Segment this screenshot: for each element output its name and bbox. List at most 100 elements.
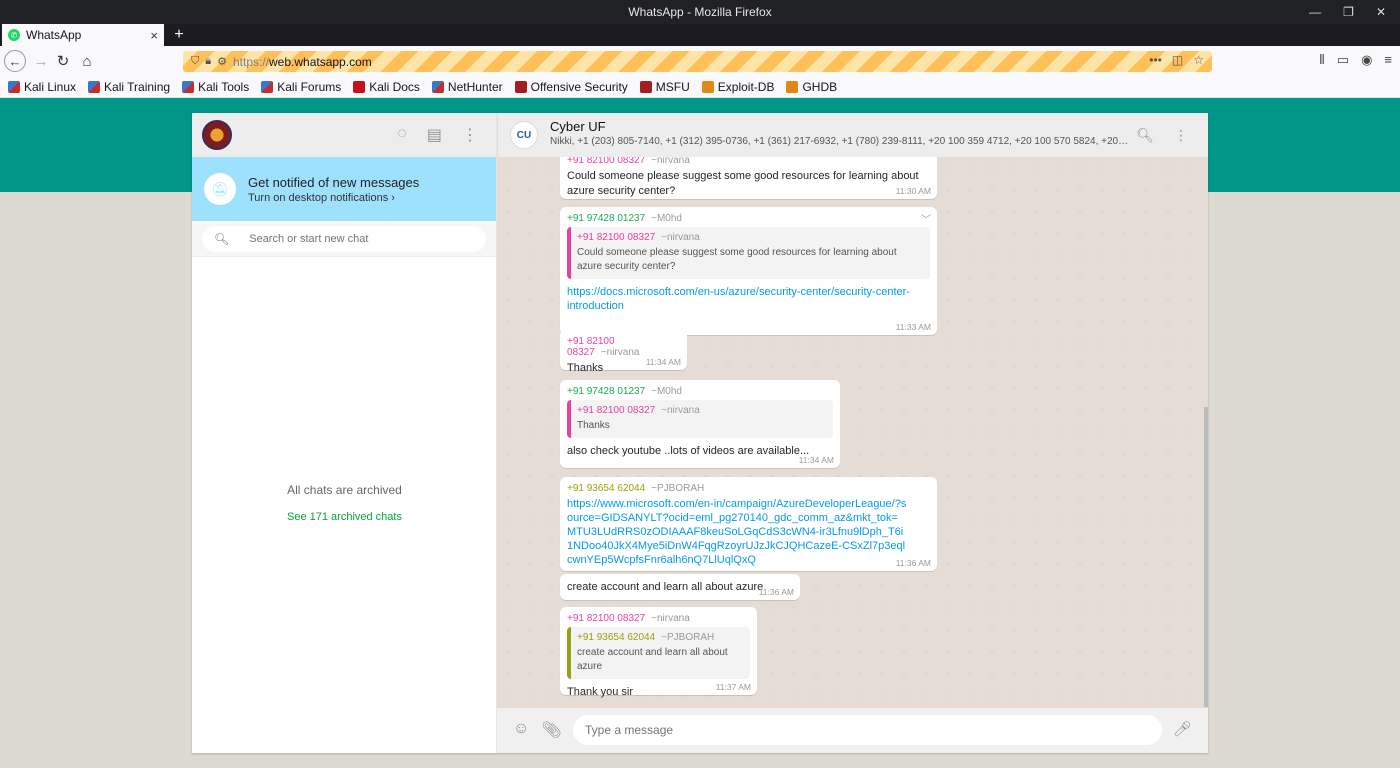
pocket-icon[interactable]: ◫ <box>1172 53 1183 67</box>
whatsapp-app: ◌ ▤ ⋮ 🔕︎ Get notified of new messages Tu… <box>192 113 1208 753</box>
status-icon[interactable]: ◌ <box>397 125 407 145</box>
search-input[interactable] <box>249 233 470 245</box>
minimize-icon[interactable]: — <box>1309 5 1321 19</box>
window-title: WhatsApp - Mozilla Firefox <box>628 5 772 19</box>
toolbar-right: ⫴ ▭ ◉ ≡ <box>1319 52 1392 68</box>
message-bubble[interactable]: +91 82100 08327 ~nirvana +91 93654 62044 ~… <box>560 607 757 698</box>
message-link[interactable]: https://www.microsoft.com/en-in/campaign… <box>567 497 907 567</box>
tab-whatsapp[interactable]: ✆ WhatsApp × <box>2 24 164 46</box>
message-sender[interactable]: +91 93654 62044 <box>567 483 645 494</box>
message-list[interactable]: +91 82100 08327 ~nirvana Could someone pl… <box>497 157 1208 708</box>
message-composer: ☺ 📎︎ 🎤︎ <box>497 708 1208 753</box>
bookmark-label: MSFU <box>655 79 690 94</box>
kali-icon <box>261 80 274 93</box>
quote-sender: +91 82100 08327 <box>577 405 656 416</box>
quote-alias: ~nirvana <box>661 232 700 243</box>
group-avatar[interactable]: CU <box>510 121 538 149</box>
emoji-icon[interactable]: ☺ <box>513 720 529 740</box>
window-titlebar: WhatsApp - Mozilla Firefox — ❐ ✕ <box>0 0 1400 24</box>
message-sender[interactable]: +91 82100 08327 <box>567 157 645 166</box>
message-bubble[interactable]: +91 93654 62044 ~PJBORAH https://www.micr… <box>560 477 937 571</box>
message-link[interactable]: https://docs.microsoft.com/en-us/azure/s… <box>567 285 930 313</box>
quoted-message[interactable]: +91 82100 08327 ~nirvana Could someone pl… <box>567 227 930 279</box>
message-alias: ~PJBORAH <box>651 483 705 494</box>
quote-alias: ~PJBORAH <box>661 632 715 643</box>
avatar[interactable] <box>202 120 232 150</box>
bookmark-item[interactable]: Offensive Security <box>514 80 628 94</box>
bookmark-item[interactable]: Kali Forums <box>261 80 341 94</box>
message-bubble[interactable]: +91 82100 08327 ~nirvana Could someone pl… <box>560 157 937 199</box>
search-messages-icon[interactable]: 🔍︎ <box>1136 127 1154 144</box>
bookmark-item[interactable]: NetHunter <box>431 79 503 94</box>
lock-icon[interactable]: 🔒︎ <box>205 55 211 68</box>
attach-icon[interactable]: 📎︎ <box>541 720 561 740</box>
message-bubble[interactable]: create account and learn all about azure… <box>560 574 800 600</box>
bookmark-label: NetHunter <box>447 79 503 94</box>
bookmark-item[interactable]: Kali Linux <box>8 80 76 94</box>
url-bar[interactable]: ⛉ 🔒︎ ⚙ https:// web.whatsapp.com ••• ◫ ☆ <box>183 51 1212 72</box>
bookmark-item[interactable]: GHDB <box>786 80 837 94</box>
quoted-message[interactable]: +91 93654 62044 ~PJBORAH create account a… <box>567 627 750 679</box>
notification-link[interactable]: Turn on desktop notifications › <box>248 192 419 204</box>
message-sender[interactable]: +91 82100 08327 <box>567 613 645 624</box>
reload-button[interactable]: ↻ <box>52 50 74 72</box>
close-window-icon[interactable]: ✕ <box>1376 5 1386 19</box>
message-alias: ~nirvana <box>651 613 690 624</box>
sidebar-icon[interactable]: ▭ <box>1337 52 1349 68</box>
quoted-message[interactable]: +91 82100 08327 ~nirvana Thanks <box>567 400 833 438</box>
bookmark-item[interactable]: Kali Docs <box>353 80 420 94</box>
shield-icon[interactable]: ⛉ <box>191 55 199 68</box>
page-actions-icon[interactable]: ••• <box>1149 53 1162 67</box>
library-icon[interactable]: ⫴ <box>1319 52 1324 68</box>
chevron-down-icon[interactable]: ﹀ <box>921 211 931 226</box>
url-actions: ••• ◫ ☆ <box>1149 53 1204 67</box>
message-bubble[interactable]: +91 82100 08327 ~nirvana Thanks 11:34 AM <box>560 330 687 374</box>
message-time: 11:34 AM <box>798 455 834 465</box>
account-icon[interactable]: ◉ <box>1361 52 1372 68</box>
notification-banner[interactable]: 🔕︎ Get notified of new messages Turn on … <box>192 157 496 221</box>
forward-button[interactable]: → <box>30 50 52 72</box>
message-sender[interactable]: +91 97428 01237 <box>567 213 645 224</box>
menu-dots-icon[interactable]: ⋮ <box>462 125 478 145</box>
message-bubble[interactable]: +91 97428 01237 ~M0hd +91 82100 08327 ~nir… <box>560 380 840 468</box>
bookmark-item[interactable]: Exploit-DB <box>701 79 775 94</box>
scrollbar[interactable] <box>1204 407 1208 707</box>
back-button[interactable]: ← <box>4 50 26 72</box>
bookmark-star-icon[interactable]: ☆ <box>1193 53 1204 67</box>
kali-icon <box>88 80 101 93</box>
message-time: 11:34 AM <box>645 357 681 367</box>
maximize-icon[interactable]: ❐ <box>1343 5 1354 19</box>
quote-sender: +91 93654 62044 <box>577 632 656 643</box>
group-name: Cyber UF <box>550 119 606 134</box>
kali-docs-icon <box>353 80 366 93</box>
bookmark-label: GHDB <box>802 79 838 94</box>
message-input[interactable] <box>573 715 1162 745</box>
archived-notice: All chats are archived See 171 archived … <box>192 483 497 523</box>
sidebar-header-icons: ◌ ▤ ⋮ <box>397 125 478 145</box>
new-chat-icon[interactable]: ▤ <box>427 125 442 145</box>
message-text: also check youtube ..lots of videos are … <box>567 445 810 457</box>
notification-title: Get notified of new messages <box>248 174 420 190</box>
bookmark-item[interactable]: Kali Tools <box>182 80 249 94</box>
home-button[interactable]: ⌂ <box>76 50 98 72</box>
close-tab-icon[interactable]: × <box>150 28 158 43</box>
search-icon: 🔍︎ <box>214 232 230 246</box>
message-bubble[interactable]: ﹀ +91 97428 01237 ~M0hd +91 82100 08327 ~n… <box>560 207 937 335</box>
microphone-icon[interactable]: 🎤︎ <box>1173 720 1192 738</box>
kali-icon <box>182 80 195 93</box>
bookmark-item[interactable]: Kali Training <box>88 80 170 94</box>
archived-link[interactable]: See 171 archived chats <box>192 511 497 523</box>
conversation-header[interactable]: CU Cyber UF Nikki, +1 (203) 805-7140, +1… <box>497 113 1208 157</box>
permissions-icon[interactable]: ⚙ <box>217 55 227 68</box>
composer-icons: ☺ 📎︎ <box>513 720 562 740</box>
menu-icon[interactable]: ≡ <box>1384 52 1392 68</box>
message-sender[interactable]: +91 97428 01237 <box>567 386 645 397</box>
group-members: Nikki, +1 (203) 805-7140, +1 (312) 395-0… <box>550 136 1130 147</box>
bookmark-label: Exploit-DB <box>717 79 775 94</box>
url-protocol: https:// <box>232 54 270 69</box>
menu-dots-icon[interactable]: ⋮ <box>1174 127 1188 144</box>
bookmark-item[interactable]: MSFU <box>639 79 690 94</box>
tab-title: WhatsApp <box>26 28 82 42</box>
message-time: 11:36 AM <box>895 558 931 568</box>
new-tab-button[interactable]: + <box>170 24 188 46</box>
